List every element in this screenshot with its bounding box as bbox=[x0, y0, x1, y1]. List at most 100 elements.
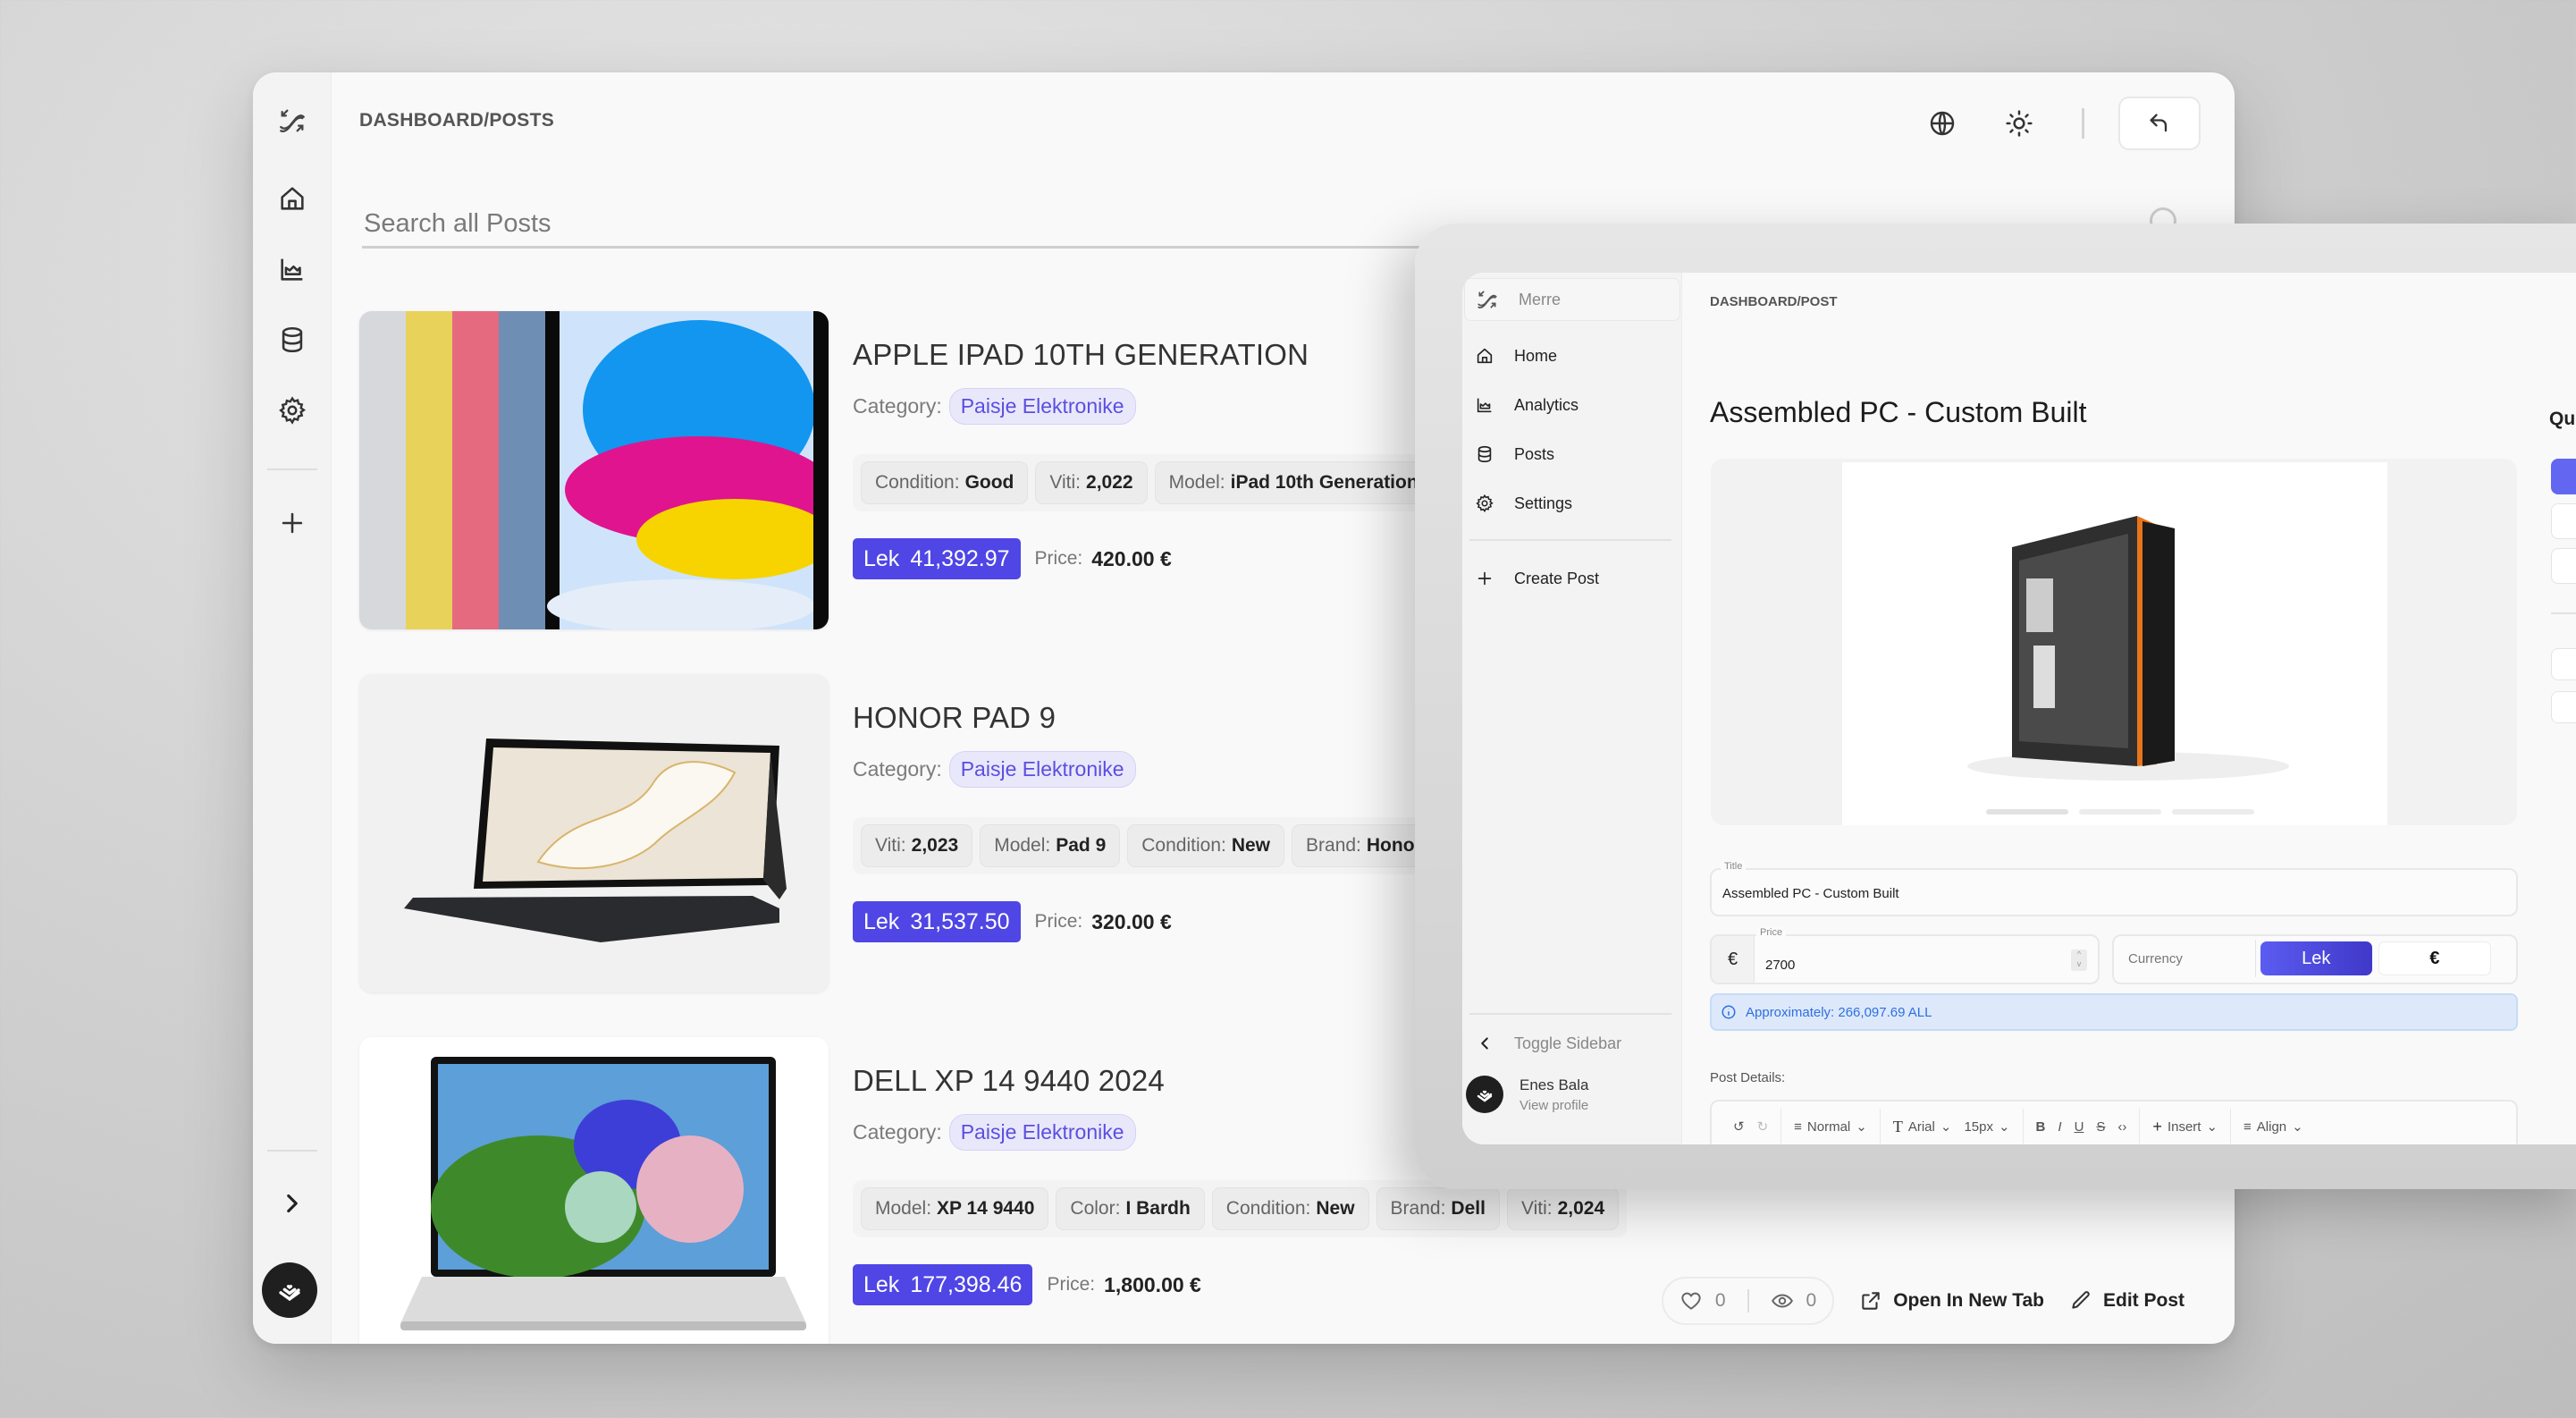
gallery-dot[interactable] bbox=[2172, 809, 2254, 815]
avatar[interactable] bbox=[1466, 1076, 1503, 1113]
font-dropdown[interactable]: T Arial ⌄ bbox=[1893, 1118, 1952, 1136]
rail-divider bbox=[267, 468, 317, 470]
category-chip[interactable]: Paisje Elektronike bbox=[948, 751, 1136, 788]
spec-tag: Model: iPad 10th Generation bbox=[1154, 461, 1433, 504]
bold-icon[interactable]: B bbox=[2036, 1119, 2046, 1135]
quick-actions-divider bbox=[2551, 612, 2576, 614]
price-field-label: Price bbox=[1756, 927, 1787, 938]
category-chip[interactable]: Paisje Elektronike bbox=[948, 388, 1136, 425]
logo-icon[interactable] bbox=[274, 103, 310, 139]
chevron-right-icon[interactable] bbox=[274, 1186, 310, 1221]
price-eur: 1,800.00 € bbox=[1104, 1272, 1201, 1296]
post-title[interactable]: HONOR PAD 9 bbox=[853, 701, 1056, 735]
spec-tag: Viti: 2,022 bbox=[1035, 461, 1148, 504]
back-button[interactable] bbox=[2118, 97, 2201, 150]
title-field[interactable]: Title Assembled PC - Custom Built bbox=[1710, 861, 2518, 916]
sidebar-item-create-post[interactable]: Create Post bbox=[1462, 561, 1682, 596]
quick-action-button[interactable] bbox=[2551, 503, 2576, 539]
spec-tag: Condition: Good bbox=[861, 461, 1029, 504]
price-eur: 320.00 € bbox=[1091, 909, 1172, 933]
spec-tag: Model: XP 14 9440 bbox=[861, 1187, 1049, 1230]
analytics-icon[interactable] bbox=[274, 251, 310, 287]
euro-prefix: € bbox=[1712, 936, 1755, 983]
stats-divider bbox=[1747, 1289, 1749, 1312]
block-style-group: ≡ Normal ⌄ bbox=[1781, 1109, 1881, 1144]
likes-count: 0 bbox=[1714, 1290, 1726, 1311]
quick-action-button[interactable] bbox=[2551, 648, 2576, 680]
plus-icon[interactable] bbox=[274, 505, 310, 541]
image-gallery bbox=[1711, 459, 2517, 825]
price-label: Price: bbox=[1034, 548, 1083, 569]
view-profile-link[interactable]: View profile bbox=[1520, 1098, 1589, 1113]
code-icon[interactable]: ‹› bbox=[2117, 1119, 2126, 1135]
category-chip[interactable]: Paisje Elektronike bbox=[948, 1114, 1136, 1151]
sidebar-item-home[interactable]: Home bbox=[1462, 338, 1682, 374]
chevron-down-icon: ⌄ bbox=[2292, 1119, 2303, 1135]
undo-icon[interactable]: ↺ bbox=[1733, 1118, 1745, 1135]
spec-list: Condition: Good Viti: 2,022 Model: iPad 10t… bbox=[853, 454, 1441, 511]
editor-toolbar: ↺ ↻ ≡ Normal ⌄ T Arial ⌄ 15px ⌄ B I U S ‹› + I… bbox=[1710, 1100, 2518, 1144]
font-icon: T bbox=[1892, 1117, 1903, 1135]
editor-sidebar: Merre Home Analytics Posts Settings Crea… bbox=[1462, 273, 1682, 1144]
language-button[interactable] bbox=[1917, 98, 1967, 148]
gallery-image[interactable] bbox=[1842, 462, 2387, 825]
database-icon[interactable] bbox=[274, 322, 310, 358]
italic-icon[interactable]: I bbox=[2058, 1119, 2061, 1135]
quick-action-button[interactable] bbox=[2551, 691, 2576, 723]
brand[interactable]: Merre bbox=[1464, 278, 1680, 321]
underline-icon[interactable]: U bbox=[2075, 1119, 2084, 1135]
redo-icon[interactable]: ↻ bbox=[1757, 1118, 1769, 1135]
post-title[interactable]: DELL XP 14 9440 2024 bbox=[853, 1064, 1165, 1098]
font-size-dropdown[interactable]: 15px ⌄ bbox=[1964, 1118, 2009, 1135]
gallery-dot[interactable] bbox=[2079, 809, 2161, 815]
edit-post-button[interactable]: Edit Post bbox=[2069, 1289, 2185, 1312]
category-label: Category: bbox=[853, 1120, 942, 1144]
format-group: B I U S ‹› bbox=[2024, 1109, 2141, 1144]
eye-icon bbox=[1771, 1294, 1793, 1308]
sun-icon bbox=[2006, 110, 2033, 137]
settings-icon[interactable] bbox=[274, 392, 310, 428]
sidebar-item-posts[interactable]: Posts bbox=[1462, 436, 1682, 472]
toggle-sidebar-button[interactable]: Toggle Sidebar bbox=[1462, 1026, 1682, 1061]
spec-tag: Condition: New bbox=[1127, 824, 1285, 867]
post-image[interactable] bbox=[359, 674, 829, 992]
sidebar-item-analytics[interactable]: Analytics bbox=[1462, 387, 1682, 423]
post-image[interactable] bbox=[359, 1037, 829, 1344]
number-spinner[interactable]: ^ v bbox=[2071, 950, 2087, 971]
gallery-dot[interactable] bbox=[1986, 809, 2068, 815]
post-category: Category: Paisje Elektronike bbox=[853, 751, 1136, 788]
currency-option-euro[interactable]: € bbox=[2378, 941, 2491, 975]
sidebar-item-settings[interactable]: Settings bbox=[1462, 485, 1682, 521]
price-field[interactable]: € Price 2700 ^ v bbox=[1710, 927, 2100, 984]
insert-dropdown[interactable]: + Insert ⌄ bbox=[2152, 1118, 2218, 1136]
heart-icon[interactable] bbox=[1679, 1289, 1703, 1312]
pencil-icon bbox=[2072, 1291, 2090, 1309]
quick-action-primary-button[interactable] bbox=[2551, 459, 2576, 494]
block-style-dropdown[interactable]: ≡ Normal ⌄ bbox=[1794, 1118, 1867, 1135]
avatar[interactable] bbox=[262, 1262, 317, 1318]
breadcrumb: DASHBOARD/POST bbox=[1710, 294, 1838, 309]
align-dropdown[interactable]: ≡ Align ⌄ bbox=[2243, 1118, 2303, 1135]
post-details-label: Post Details: bbox=[1710, 1070, 1786, 1085]
theme-toggle-button[interactable] bbox=[1994, 98, 2044, 148]
post-image[interactable] bbox=[359, 311, 829, 629]
price-label: Price: bbox=[1034, 911, 1083, 932]
price-label: Price: bbox=[1047, 1274, 1096, 1295]
plus-icon bbox=[1477, 571, 1492, 586]
quick-action-button[interactable] bbox=[2551, 548, 2576, 584]
currency-option-lek[interactable]: Lek bbox=[2260, 941, 2372, 975]
price-input[interactable]: 2700 bbox=[1765, 958, 1795, 973]
open-new-tab-button[interactable]: Open In New Tab bbox=[1859, 1289, 2044, 1312]
chevron-left-icon bbox=[1481, 1037, 1488, 1050]
user-profile[interactable]: Enes Bala View profile bbox=[1466, 1076, 1589, 1113]
icon-sidebar bbox=[253, 72, 332, 1344]
strikethrough-icon[interactable]: S bbox=[2096, 1119, 2105, 1135]
title-input[interactable]: Assembled PC - Custom Built bbox=[1722, 886, 1899, 901]
post-prices: Lek 177,398.46 Price: 1,800.00 € bbox=[853, 1264, 1201, 1305]
lek-price-badge: Lek 31,537.50 bbox=[853, 901, 1021, 942]
home-icon[interactable] bbox=[274, 181, 310, 216]
post-title[interactable]: APPLE IPAD 10TH GENERATION bbox=[853, 338, 1309, 372]
user-name: Enes Bala bbox=[1520, 1076, 1589, 1093]
settings-icon bbox=[1476, 494, 1494, 513]
gallery-indicators bbox=[1986, 809, 2254, 815]
